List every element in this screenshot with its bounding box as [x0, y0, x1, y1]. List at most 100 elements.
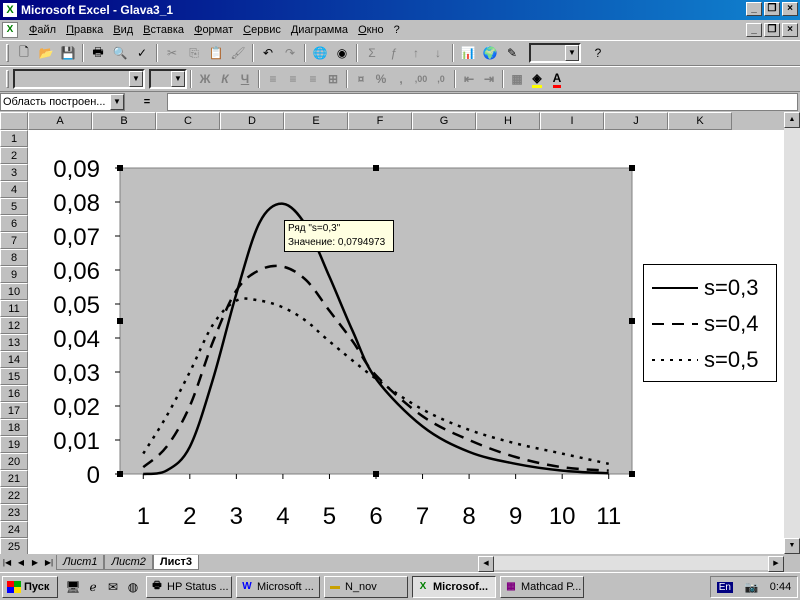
- merge-center-icon[interactable]: ⊞: [323, 68, 343, 90]
- row-header-11[interactable]: 11: [0, 300, 28, 317]
- excel-icon[interactable]: X: [3, 3, 17, 17]
- sheet-tab-1[interactable]: Лист1: [56, 555, 105, 570]
- column-header-i[interactable]: I: [540, 112, 604, 130]
- doc-minimize-button[interactable]: _: [746, 23, 762, 37]
- column-header-e[interactable]: E: [284, 112, 348, 130]
- legend-entry[interactable]: s=0,4: [644, 309, 778, 339]
- save-icon[interactable]: 💾: [57, 42, 79, 64]
- percent-button[interactable]: %: [371, 68, 391, 90]
- horizontal-scrollbar[interactable]: ◀ ▶: [478, 556, 784, 572]
- column-header-g[interactable]: G: [412, 112, 476, 130]
- chevron-down-icon[interactable]: ▼: [171, 71, 185, 87]
- task-mathcad[interactable]: ▦ Mathcad P...: [500, 575, 584, 598]
- menu-window[interactable]: Окно: [353, 24, 389, 36]
- print-icon[interactable]: 🖶: [87, 42, 109, 64]
- map-icon[interactable]: 🌍: [479, 42, 501, 64]
- row-header-24[interactable]: 24: [0, 521, 28, 538]
- row-header-14[interactable]: 14: [0, 351, 28, 368]
- last-sheet-icon[interactable]: ▶|: [42, 556, 56, 570]
- row-header-17[interactable]: 17: [0, 402, 28, 419]
- toolbar-grip[interactable]: [6, 70, 9, 88]
- formula-input[interactable]: [167, 93, 798, 111]
- column-header-a[interactable]: A: [28, 112, 92, 130]
- title-bar[interactable]: X Microsoft Excel - Glava3_1 _ ❐ ×: [0, 0, 800, 20]
- zoom-select[interactable]: ▼: [529, 43, 581, 63]
- column-header-j[interactable]: J: [604, 112, 668, 130]
- column-header-f[interactable]: F: [348, 112, 412, 130]
- outlook-icon[interactable]: ✉: [104, 578, 122, 596]
- close-button[interactable]: ×: [782, 2, 798, 16]
- paste-icon[interactable]: 📋: [205, 42, 227, 64]
- open-icon[interactable]: 📂: [35, 42, 57, 64]
- redo-icon[interactable]: ↷: [279, 42, 301, 64]
- row-header-22[interactable]: 22: [0, 487, 28, 504]
- chevron-down-icon[interactable]: ▼: [565, 45, 579, 61]
- camera-icon[interactable]: 📷: [745, 581, 759, 594]
- row-header-9[interactable]: 9: [0, 266, 28, 283]
- row-header-8[interactable]: 8: [0, 249, 28, 266]
- restore-button[interactable]: ❐: [764, 2, 780, 16]
- autosum-icon[interactable]: Σ: [361, 42, 383, 64]
- scroll-right-icon[interactable]: ▶: [768, 556, 784, 572]
- row-header-23[interactable]: 23: [0, 504, 28, 521]
- increase-indent-icon[interactable]: ⇥: [479, 68, 499, 90]
- menu-file[interactable]: Файл: [24, 24, 61, 36]
- undo-icon[interactable]: ↶: [257, 42, 279, 64]
- row-header-6[interactable]: 6: [0, 215, 28, 232]
- task-hp-status[interactable]: 🖶 HP Status ...: [146, 575, 232, 598]
- select-all-button[interactable]: [0, 112, 28, 130]
- cut-icon[interactable]: ✂: [161, 42, 183, 64]
- task-excel[interactable]: X Microsof...: [412, 575, 496, 598]
- row-header-12[interactable]: 12: [0, 317, 28, 334]
- doc-restore-button[interactable]: ❐: [764, 23, 780, 37]
- row-header-20[interactable]: 20: [0, 453, 28, 470]
- chart-legend[interactable]: s=0,3 s=0,4 s=0,5: [643, 264, 777, 382]
- row-header-1[interactable]: 1: [0, 130, 28, 147]
- row-header-25[interactable]: 25: [0, 538, 28, 554]
- font-color-icon[interactable]: A: [547, 68, 567, 90]
- workbook-icon[interactable]: X: [2, 22, 18, 38]
- column-header-k[interactable]: K: [668, 112, 732, 130]
- name-box[interactable]: Область построен... ▼: [0, 93, 125, 111]
- minimize-button[interactable]: _: [746, 2, 762, 16]
- clock[interactable]: 0:44: [770, 581, 791, 593]
- first-sheet-icon[interactable]: |◀: [0, 556, 14, 570]
- spelling-icon[interactable]: ✓: [131, 42, 153, 64]
- row-header-2[interactable]: 2: [0, 147, 28, 164]
- decrease-decimal-button[interactable]: ,0: [431, 68, 451, 90]
- sheet-tab-2[interactable]: Лист2: [104, 555, 153, 570]
- menu-help[interactable]: ?: [389, 24, 405, 36]
- desktop-icon[interactable]: 🖥: [64, 578, 82, 596]
- row-header-19[interactable]: 19: [0, 436, 28, 453]
- borders-icon[interactable]: ▦: [507, 68, 527, 90]
- row-header-10[interactable]: 10: [0, 283, 28, 300]
- comma-button[interactable]: ,: [391, 68, 411, 90]
- align-center-icon[interactable]: ≡: [283, 68, 303, 90]
- legend-entry[interactable]: s=0,3: [644, 273, 778, 303]
- column-header-h[interactable]: H: [476, 112, 540, 130]
- scroll-left-icon[interactable]: ◀: [478, 556, 494, 572]
- doc-close-button[interactable]: ×: [782, 23, 798, 37]
- fill-color-icon[interactable]: ◈: [527, 68, 547, 90]
- decrease-indent-icon[interactable]: ⇤: [459, 68, 479, 90]
- italic-button[interactable]: К: [215, 68, 235, 90]
- next-sheet-icon[interactable]: ▶: [28, 556, 42, 570]
- task-folder[interactable]: ▬ N_nov: [324, 575, 408, 598]
- web-toolbar-icon[interactable]: ◉: [331, 42, 353, 64]
- bold-button[interactable]: Ж: [195, 68, 215, 90]
- menu-insert[interactable]: Вставка: [138, 24, 189, 36]
- increase-decimal-button[interactable]: ,00: [411, 68, 431, 90]
- align-left-icon[interactable]: ≡: [263, 68, 283, 90]
- prev-sheet-icon[interactable]: ◀: [14, 556, 28, 570]
- chart-wizard-icon[interactable]: 📊: [457, 42, 479, 64]
- column-header-d[interactable]: D: [220, 112, 284, 130]
- menu-view[interactable]: Вид: [108, 24, 138, 36]
- font-name-select[interactable]: ▼: [13, 69, 145, 89]
- scroll-up-icon[interactable]: ▲: [784, 112, 800, 128]
- row-header-13[interactable]: 13: [0, 334, 28, 351]
- copy-icon[interactable]: ⎘: [183, 42, 205, 64]
- currency-icon[interactable]: ¤: [351, 68, 371, 90]
- hyperlink-icon[interactable]: 🌐: [309, 42, 331, 64]
- legend-entry[interactable]: s=0,5: [644, 345, 778, 375]
- row-header-15[interactable]: 15: [0, 368, 28, 385]
